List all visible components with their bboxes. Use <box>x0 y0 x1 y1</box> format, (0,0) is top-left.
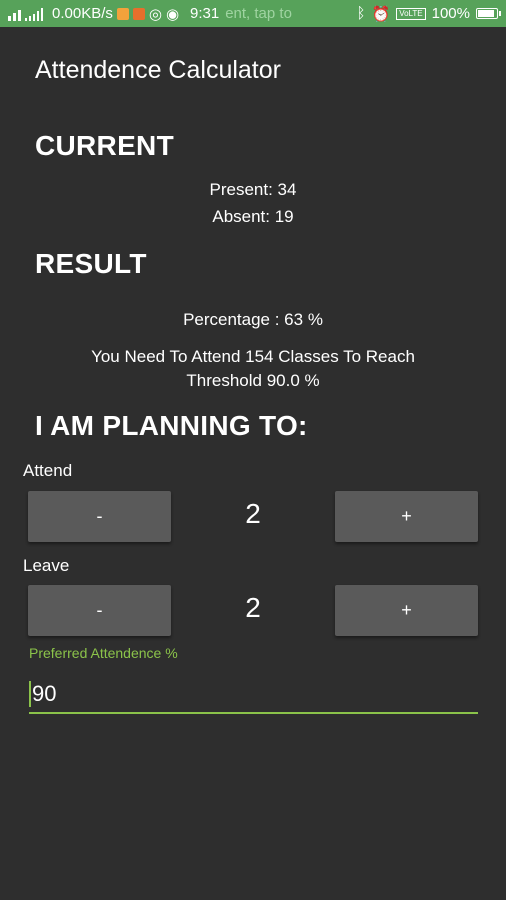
result-heading: RESULT <box>35 248 147 279</box>
notification-icon <box>116 7 129 20</box>
threshold-text: Threshold 90.0 % <box>186 371 320 390</box>
attend-minus-button[interactable]: - <box>28 491 171 542</box>
status-center: 9:31 ent, tap to <box>190 0 292 27</box>
percentage-text: Percentage : 63 % <box>183 310 323 329</box>
signal-icon <box>8 7 43 21</box>
present-count: Present: 34 <box>209 180 297 199</box>
app-title: Attendence Calculator <box>35 56 281 84</box>
notification-icon <box>132 7 145 20</box>
battery-icon <box>476 8 501 19</box>
network-speed: 0.00KB/s <box>52 5 113 22</box>
clock: 9:31 <box>190 5 220 22</box>
leave-label: Leave <box>23 556 70 575</box>
leave-count: 2 <box>245 592 261 623</box>
volte-badge: VoLTE <box>396 7 426 20</box>
absent-count: Absent: 19 <box>212 207 294 226</box>
leave-plus-button[interactable]: + <box>335 585 478 636</box>
attend-label: Attend <box>23 461 73 480</box>
current-heading: CURRENT <box>35 130 174 161</box>
attend-count: 2 <box>245 498 261 529</box>
attend-plus-button[interactable]: + <box>335 491 478 542</box>
planning-heading: I AM PLANNING TO: <box>35 410 308 441</box>
text-cursor <box>29 681 31 707</box>
status-right: ᛒ ⏰ VoLTE 100% <box>356 0 501 27</box>
status-bar: 0.00KB/s ◎ ◉ 9:31 ent, tap to ᛒ ⏰ VoLTE … <box>0 0 506 27</box>
preferred-attendance-value: 90 <box>32 681 57 706</box>
preferred-attendance-input[interactable]: 90 <box>29 676 478 714</box>
bluetooth-icon: ᛒ <box>356 5 366 22</box>
preferred-attendance-label: Preferred Attendence % <box>29 645 178 661</box>
battery-percent: 100% <box>431 5 470 22</box>
need-to-attend-text: You Need To Attend 154 Classes To Reach <box>91 347 415 366</box>
status-left: 0.00KB/s ◎ ◉ <box>8 5 179 23</box>
leave-minus-button[interactable]: - <box>28 585 171 636</box>
whatsapp-icon: ◉ <box>165 5 180 23</box>
alarm-icon: ⏰ <box>371 5 391 23</box>
notification-ticker: ent, tap to <box>225 5 292 22</box>
instagram-icon: ◎ <box>148 5 162 23</box>
